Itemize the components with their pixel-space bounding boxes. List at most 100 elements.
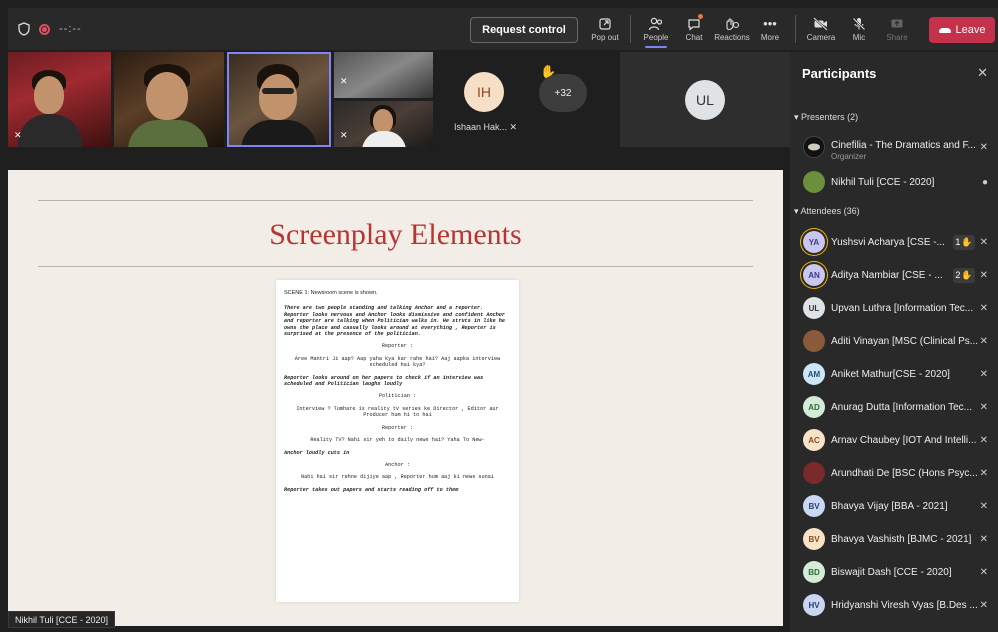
teams-meeting-window: --:-- Request control Pop out People Cha… (0, 0, 998, 632)
section-label: Attendees (36) (800, 206, 860, 216)
participant-video-tile[interactable]: ✕ (334, 101, 433, 147)
close-icon[interactable]: ✕ (977, 65, 988, 81)
mic-muted-icon: ✕ (340, 130, 348, 140)
chevron-down-icon: ▾ (794, 112, 799, 122)
share-button[interactable]: Share (878, 8, 916, 50)
avatar[interactable]: IH (464, 72, 504, 112)
participant-row[interactable]: BV Bhavya Vijay [BBA - 2021] ✕ (790, 491, 998, 521)
mic-muted-icon: ✕ (979, 269, 988, 281)
participant-name: Arnav Chaubey [IOT And Intelli... (831, 434, 977, 446)
participant-row[interactable]: Aditi Vinayan [MSC (Clinical Ps... ✕ (790, 326, 998, 356)
raised-hand-icon: ✋ (961, 269, 973, 280)
leave-button[interactable]: Leave (929, 17, 995, 43)
participant-video-tile[interactable]: ✕ (8, 52, 111, 147)
toolbar-divider (630, 15, 631, 43)
mic-muted-icon: ✕ (979, 500, 988, 512)
more-button[interactable]: ••• More (751, 8, 789, 50)
avatar: AM (803, 363, 825, 385)
participant-name: Aditi Vinayan [MSC (Clinical Ps... (831, 335, 979, 347)
mic-muted-icon: ✕ (979, 401, 988, 413)
character-name: Politician : (378, 393, 417, 400)
participant-row[interactable]: BV Bhavya Vashisth [BJMC - 2021] ✕ (790, 524, 998, 554)
avatar: BD (803, 561, 825, 583)
character-name: Reporter : (381, 343, 414, 350)
camera-off-icon (813, 16, 828, 31)
participant-row[interactable]: HV Hridyanshi Viresh Vyas [B.Des ... ✕ (790, 590, 998, 620)
people-icon (648, 17, 663, 30)
mic-muted-icon: ✕ (979, 599, 988, 611)
video-figure (241, 120, 317, 145)
participant-row[interactable]: AD Anurag Dutta [Information Tec... ✕ (790, 392, 998, 422)
camera-button[interactable]: Camera (802, 8, 840, 50)
people-label: People (643, 32, 669, 42)
mic-muted-icon: ✕ (979, 141, 988, 153)
raised-hand-badge: 2 ✋ (953, 267, 975, 283)
action-line: Anchor loudly cuts in (284, 449, 350, 456)
participant-row[interactable]: Cinefilia - The Dramatics and F... Organ… (790, 132, 998, 162)
shield-icon (18, 22, 30, 36)
participant-video-tile[interactable] (114, 52, 224, 147)
avatar: UL (685, 80, 725, 120)
action-line: Reporter looks around on her papers to c… (284, 374, 484, 388)
leave-label: Leave (955, 24, 986, 36)
participant-name-text: Ishaan Hak... (454, 122, 508, 132)
mic-label: Mic (852, 32, 866, 42)
organizer-logo-icon (808, 143, 820, 151)
participant-row[interactable]: BD Biswajit Dash [CCE - 2020] ✕ (790, 557, 998, 587)
video-figure (146, 72, 188, 120)
participant-row[interactable]: Arundhati De [BSC (Hons Psyc... ✕ (790, 458, 998, 488)
participant-row[interactable]: AC Arnav Chaubey [IOT And Intelli... ✕ (790, 425, 998, 455)
dialogue: Interview ? Tumhare is reality tv series… (296, 405, 499, 419)
more-icon: ••• (763, 15, 777, 31)
presenter-name-caption: Nikhil Tuli [CCE - 2020] (8, 611, 116, 628)
video-figure (373, 109, 393, 133)
participant-row[interactable]: YA Yushsvi Acharya [CSE -... 1 ✋ ✕ (790, 227, 998, 257)
participant-name: Bhavya Vijay [BBA - 2021] (831, 500, 948, 512)
participant-role: Organizer (831, 152, 867, 161)
mic-muted-icon: ✕ (979, 236, 988, 248)
avatar: AN (803, 264, 825, 286)
active-speaker-video-tile[interactable] (227, 52, 331, 147)
avatar (803, 330, 825, 352)
mic-muted-icon: ✕ (14, 130, 22, 140)
participant-row[interactable]: UL Upvan Luthra [Information Tec... ✕ (790, 293, 998, 323)
mic-muted-icon: ✕ (509, 122, 518, 132)
mic-active-icon: ● (981, 176, 988, 188)
mic-muted-icon: ✕ (979, 467, 988, 479)
participant-video-tile[interactable]: ✕ (334, 52, 433, 98)
reactions-button[interactable]: Reactions (713, 8, 751, 50)
mic-muted-icon: ✕ (979, 434, 988, 446)
screenplay-page: SCENE 1: Newsroom scene is shown. There … (276, 280, 519, 602)
raised-hand-icon: ✋ (961, 236, 973, 247)
video-figure (262, 88, 294, 94)
participant-name: Arundhati De [BSC (Hons Psyc... (831, 467, 978, 479)
participant-name: Ishaan Hak... ✕ (454, 122, 517, 133)
mic-muted-icon: ✕ (979, 335, 988, 347)
mic-muted-icon: ✕ (979, 302, 988, 314)
mic-muted-icon: ✕ (979, 566, 988, 578)
avatar: HV (803, 594, 825, 616)
more-participants-button[interactable]: +32 (539, 74, 587, 112)
participant-name: Nikhil Tuli [CCE - 2020] (831, 176, 935, 188)
presenters-section-header[interactable]: ▾ Presenters (2) (794, 112, 858, 123)
recording-indicator-icon (39, 23, 50, 35)
chat-button[interactable]: Chat (675, 8, 713, 50)
mic-off-icon (852, 17, 866, 30)
participant-row[interactable]: Nikhil Tuli [CCE - 2020] ● (790, 167, 998, 197)
pop-out-icon (599, 17, 611, 30)
slide-rule (38, 266, 753, 267)
request-control-button[interactable]: Request control (470, 17, 578, 43)
character-name: Reporter : (381, 424, 414, 431)
participant-row[interactable]: AM Aniket Mathur[CSE - 2020] ✕ (790, 359, 998, 389)
pop-out-button[interactable]: Pop out (586, 8, 624, 50)
chat-notification-dot (698, 14, 703, 19)
action-line: There are two people standing and talkin… (284, 305, 506, 338)
participant-tile[interactable]: UL (620, 52, 790, 147)
mic-button[interactable]: Mic (840, 8, 878, 50)
attendees-section-header[interactable]: ▾ Attendees (36) (794, 206, 860, 217)
participant-name: Hridyanshi Viresh Vyas [B.Des ... (831, 599, 978, 611)
people-button[interactable]: People (637, 8, 675, 50)
participant-name: Bhavya Vashisth [BJMC - 2021] (831, 533, 972, 545)
dialogue: Nahi hai sir rehne dijiye aap , Reporter… (300, 474, 494, 481)
participant-row[interactable]: AN Aditya Nambiar [CSE - ... 2 ✋ ✕ (790, 260, 998, 290)
